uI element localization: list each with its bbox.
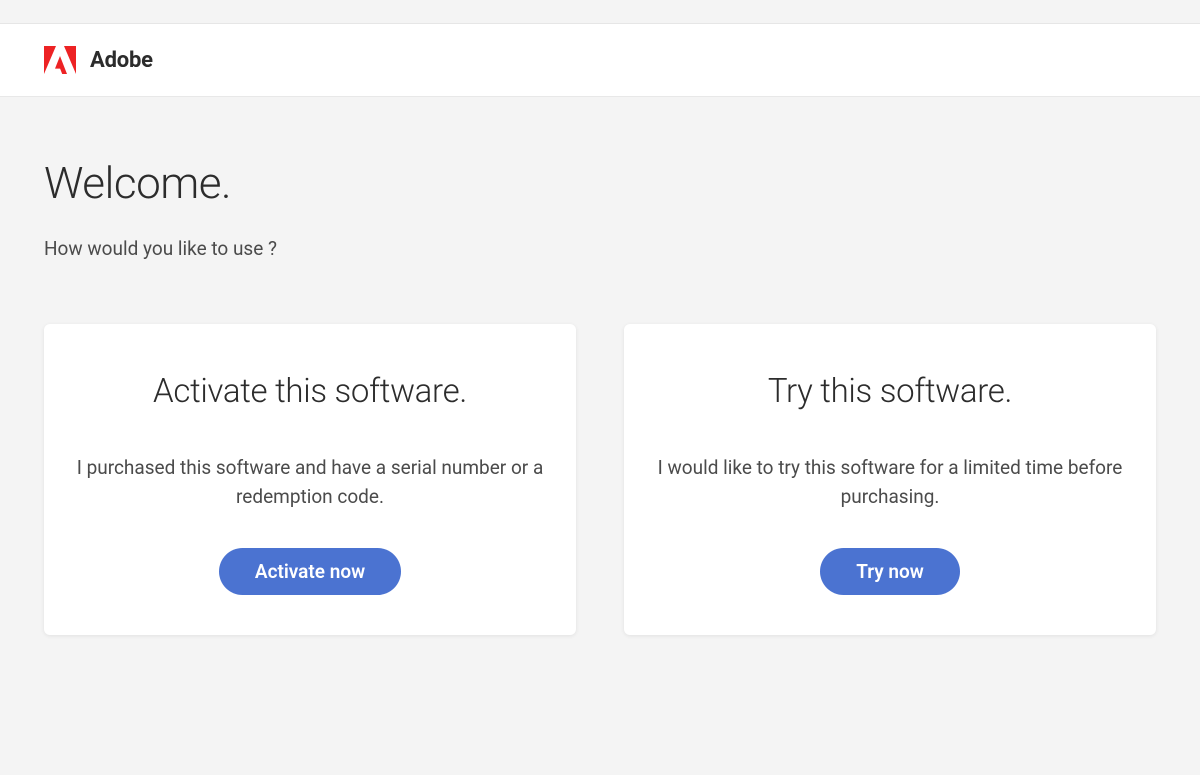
brand-name: Adobe [90,48,153,73]
adobe-logo-icon [44,46,76,74]
main-content: Welcome. How would you like to use ? Act… [0,97,1200,635]
activate-now-button[interactable]: Activate now [219,548,401,595]
window-top-strip [0,0,1200,24]
try-now-button[interactable]: Try now [820,548,960,595]
try-card-description: I would like to try this software for a … [656,453,1124,512]
activate-card-description: I purchased this software and have a ser… [76,453,544,512]
try-card-title: Try this software. [768,372,1012,411]
header-bar: Adobe [0,24,1200,97]
option-cards-row: Activate this software. I purchased this… [44,324,1156,635]
activate-card-title: Activate this software. [153,372,467,411]
page-title: Welcome. [44,157,1156,209]
try-card: Try this software. I would like to try t… [624,324,1156,635]
page-subtitle: How would you like to use ? [44,237,1156,260]
brand-logo-wrap: Adobe [44,46,153,74]
activate-card: Activate this software. I purchased this… [44,324,576,635]
